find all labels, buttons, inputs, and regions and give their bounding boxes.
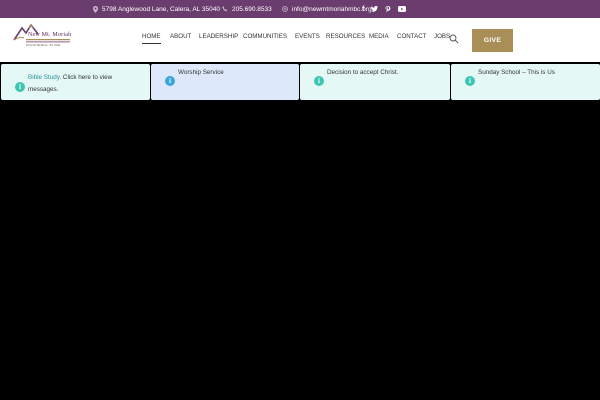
address-item[interactable]: 5798 Anglewood Lane, Calera, AL 35040 (93, 0, 220, 18)
nav-home[interactable]: HOME (142, 31, 161, 44)
info-icon: i (465, 76, 475, 86)
logo-tagline: We're On The Move... For Christ (26, 44, 61, 47)
email-text: info@newmtmoriahmbc.org (292, 5, 372, 13)
nav-leadership[interactable]: LEADERSHIP (199, 31, 238, 43)
card-prefix: Bible Study. (28, 74, 62, 81)
search-button[interactable] (449, 31, 459, 44)
location-pin-icon (93, 5, 98, 13)
pinterest-icon[interactable] (385, 5, 391, 13)
card-text: Worship Service (178, 69, 224, 76)
search-icon (449, 34, 459, 44)
social-links: f (362, 0, 407, 18)
card-decision[interactable]: i Decision to accept Christ. (300, 64, 450, 100)
nav-events[interactable]: EVENTS (295, 31, 320, 43)
phone-icon (222, 6, 228, 12)
address-text: 5798 Anglewood Lane, Calera, AL 35040 (102, 5, 220, 13)
nav-resources[interactable]: RESOURCES (326, 31, 365, 43)
card-text: Sunday School – This is Us (478, 69, 555, 76)
nav-about[interactable]: ABOUT (170, 31, 191, 43)
card-text: Bible Study. Click here to view messages… (28, 72, 112, 96)
email-item[interactable]: info@newmtmoriahmbc.org (282, 0, 372, 18)
info-icon: i (15, 82, 25, 92)
phone-item[interactable]: 205.690.8533 (222, 0, 272, 18)
card-worship-service[interactable]: i Worship Service (151, 64, 299, 100)
facebook-icon[interactable]: f (362, 6, 364, 13)
card-line2[interactable]: messages. (28, 86, 58, 93)
youtube-icon[interactable] (398, 6, 407, 12)
give-button[interactable]: GIVE (472, 29, 513, 52)
nav-communities[interactable]: COMMUNITIES (243, 31, 287, 43)
site-header: New Mt. Moriah We're On The Move... For … (0, 18, 600, 62)
top-bar: 5798 Anglewood Lane, Calera, AL 35040 20… (0, 0, 600, 18)
nav-jobs[interactable]: JOBS (434, 31, 450, 43)
card-link-text[interactable]: Click here to view (61, 74, 112, 81)
card-bible-study[interactable]: i Bible Study. Click here to view messag… (1, 64, 150, 100)
twitter-icon[interactable] (371, 6, 379, 12)
nav-contact[interactable]: CONTACT (397, 31, 426, 43)
card-sunday-school[interactable]: i Sunday School – This is Us (451, 64, 600, 100)
card-text: Decision to accept Christ. (327, 69, 399, 76)
phone-text: 205.690.8533 (232, 5, 272, 13)
info-icon: i (165, 76, 175, 86)
nav-media[interactable]: MEDIA (369, 31, 389, 43)
info-icon: i (314, 76, 324, 86)
info-cards: i Bible Study. Click here to view messag… (0, 64, 600, 102)
email-icon (282, 6, 288, 12)
